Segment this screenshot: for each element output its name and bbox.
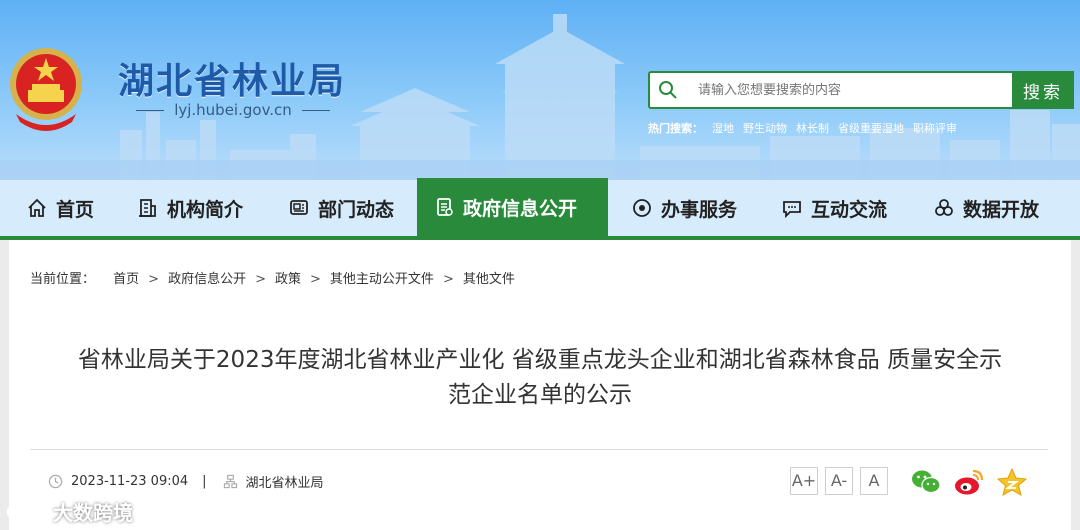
breadcrumb: 当前位置： 首页 > 政府信息公开 > 政策 > 其他主动公开文件 > 其他文件 [30,272,515,287]
site-title: 湖北省林业局 [118,61,347,102]
title-divider [30,449,1048,450]
breadcrumb-link[interactable]: 其他主动公开文件 [330,272,434,287]
service-icon [633,199,651,217]
breadcrumb-link[interactable]: 政策 [275,272,301,287]
font-size-reset-button[interactable]: A [860,467,888,495]
news-icon [290,200,308,215]
hot-search-link[interactable]: 野生动物 [743,122,787,135]
publish-date: 2023-11-23 09:04 [71,474,189,489]
breadcrumb-link[interactable]: 其他文件 [463,272,515,287]
data-icon [935,199,953,216]
nav-item-gov-info[interactable]: 政府信息公开 [417,178,608,236]
search-icon [659,81,677,99]
hot-search-label: 热门搜索： [648,122,703,135]
article-source: 湖北省林业局 [245,476,324,491]
nav-item-label: 互动交流 [811,198,888,221]
breadcrumb-label: 当前位置： [30,272,96,287]
home-icon [28,198,46,217]
nav-item-services[interactable]: 办事服务 [631,180,737,236]
nav-item-open-data[interactable]: 数据开放 [933,180,1039,236]
font-size-increase-button[interactable]: A+ [790,467,818,495]
watermark-logo-icon [6,503,48,520]
breadcrumb-link[interactable]: 政府信息公开 [168,272,246,287]
hot-search-link[interactable]: 省级重要湿地 [838,122,904,135]
site-domain: lyj.hubei.gov.cn [118,101,348,119]
nav-item-label: 首页 [56,198,95,221]
site-header: 湖北省林业局 lyj.hubei.gov.cn 搜索 热门搜索： 湿地野生动物林长… [0,0,1080,180]
breadcrumb-link[interactable]: 首页 [113,272,139,287]
search-box [648,71,1074,109]
nav-item-home[interactable]: 首页 [26,180,94,236]
nav-item-label: 部门动态 [318,198,395,221]
search-button[interactable]: 搜索 [1012,71,1074,109]
hot-search-link[interactable]: 湿地 [712,122,734,135]
nav-item-about[interactable]: 机构简介 [137,180,243,236]
article-title-line: 省林业局关于2023年度湖北省林业产业化 省级重点龙头企业和湖北省森林食品 质量… [77,347,1003,373]
nav-item-label: 办事服务 [661,198,738,221]
article-title: 省林业局关于2023年度湖北省林业产业化 省级重点龙头企业和湖北省森林食品 质量… [30,343,1050,413]
clock-icon [48,474,63,489]
weibo-icon[interactable] [953,467,985,497]
building-icon [139,199,156,217]
watermark: 大数跨境 [5,497,133,526]
watermark-text: 大数跨境 [53,501,133,525]
organization-icon [223,474,237,489]
article-meta: 2023-11-23 09:04 | 湖北省林业局 [48,472,324,491]
nav-item-news[interactable]: 部门动态 [288,180,394,236]
nav-item-label: 数据开放 [963,198,1040,221]
wechat-icon[interactable] [910,467,942,497]
search-input[interactable] [698,73,998,107]
meta-separator: | [202,474,207,489]
article-title-line: 范企业名单的公示 [448,382,632,408]
national-emblem-icon [10,48,82,131]
nav-item-interaction[interactable]: 互动交流 [781,180,887,236]
hot-search-link[interactable]: 职称评审 [913,122,957,135]
hot-search: 热门搜索： 湿地 野生动物 林长制 省级重要湿地 职称评审 [648,120,966,136]
qzone-icon[interactable] [996,467,1028,497]
document-icon [437,198,453,216]
font-size-decrease-button[interactable]: A- [825,467,853,495]
chat-icon [783,201,801,219]
nav-item-label: 政府信息公开 [463,197,578,220]
hot-search-link[interactable]: 林长制 [796,122,829,135]
nav-item-label: 机构简介 [167,198,244,221]
